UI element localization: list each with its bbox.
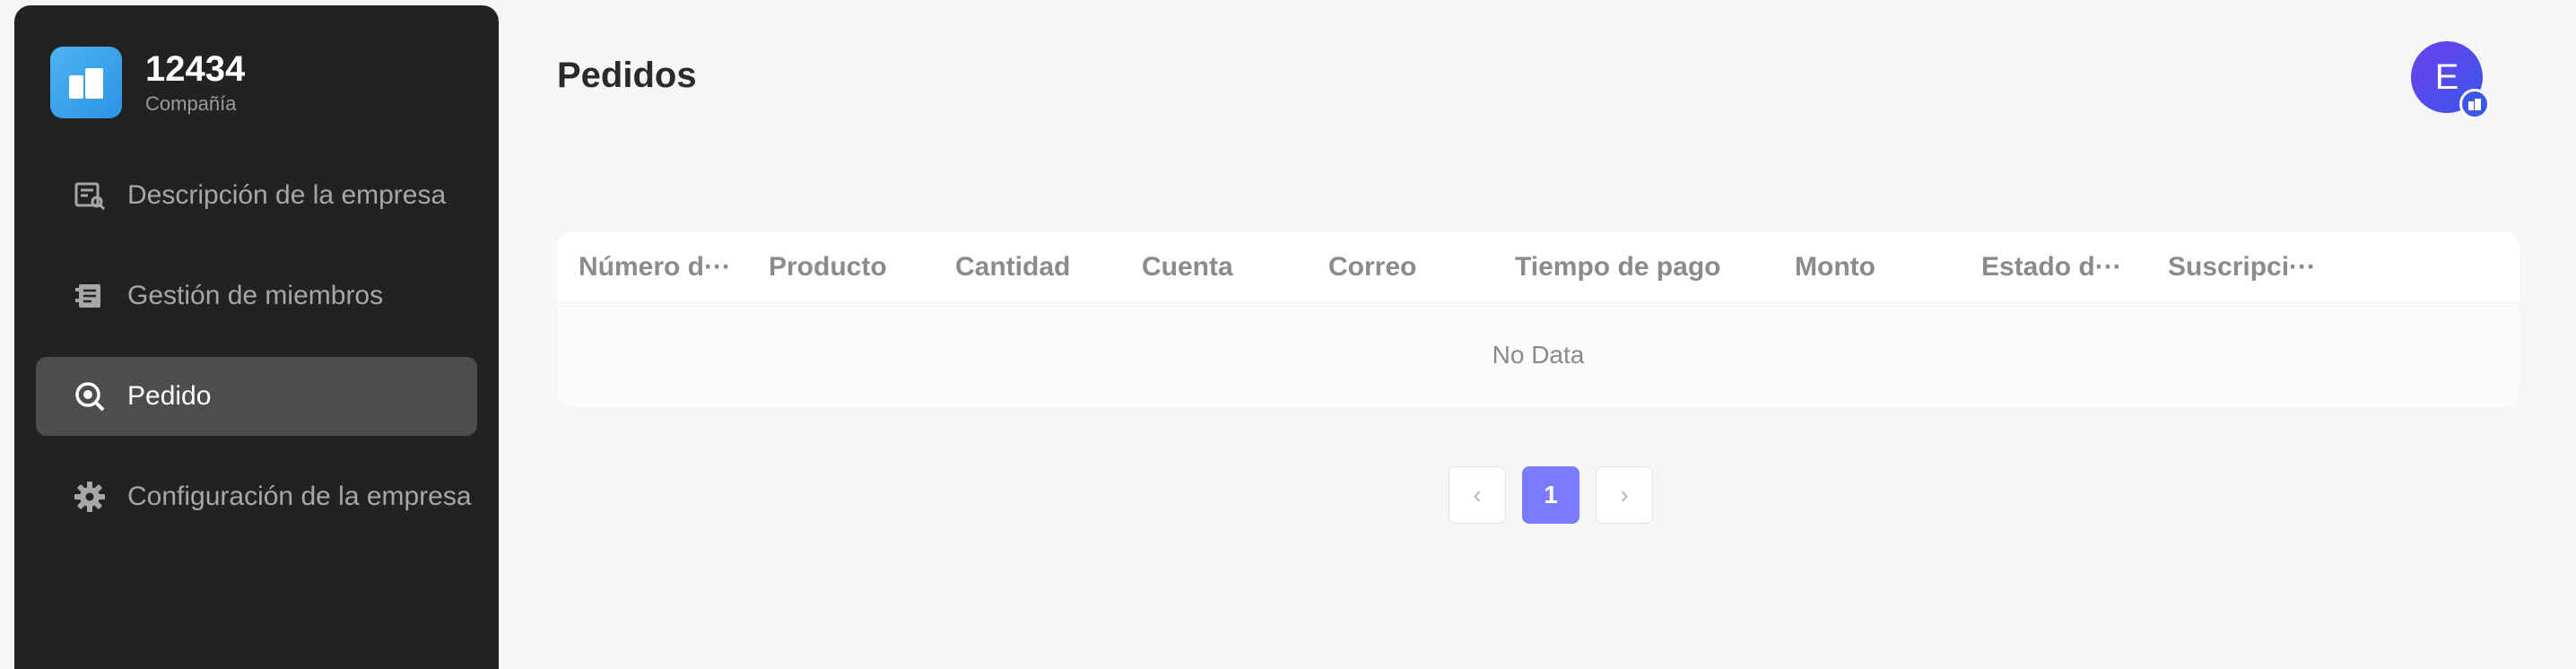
column-header-account[interactable]: Cuenta	[1142, 252, 1328, 282]
next-page-button[interactable]: ›	[1596, 466, 1653, 524]
column-header-subscription[interactable]: Suscripci···	[2168, 252, 2329, 282]
sidebar-item-label: Configuración de la empresa	[127, 482, 472, 511]
column-header-order-number[interactable]: Número d···	[579, 252, 769, 282]
column-header-email[interactable]: Correo	[1328, 252, 1515, 282]
avatar-initial: E	[2434, 56, 2459, 97]
sidebar-item-label: Pedido	[127, 381, 212, 411]
brand[interactable]: 12434 Compañía	[50, 47, 245, 118]
orders-table: Número d··· Producto Cantidad Cuenta Cor…	[557, 231, 2519, 407]
sidebar-item-company-settings[interactable]: Configuración de la empresa	[36, 457, 477, 536]
empty-text: No Data	[1492, 341, 1585, 369]
chevron-left-icon: ‹	[1473, 481, 1482, 508]
gear-icon	[74, 481, 106, 513]
column-header-product[interactable]: Producto	[769, 252, 955, 282]
company-name: 12434	[145, 49, 246, 89]
app-root: 12434 Compañía Descripción de la empresa	[0, 0, 2576, 669]
pagination: ‹ 1 ›	[1449, 466, 1653, 524]
sidebar-nav: Descripción de la empresa Gestión de mie…	[36, 156, 477, 558]
sidebar-item-members[interactable]: Gestión de miembros	[36, 256, 477, 335]
sidebar-item-label: Gestión de miembros	[127, 281, 384, 310]
order-search-icon	[74, 380, 106, 413]
column-header-quantity[interactable]: Cantidad	[955, 252, 1142, 282]
sidebar-item-label: Descripción de la empresa	[127, 180, 447, 210]
column-header-payment-time[interactable]: Tiempo de pago	[1515, 252, 1795, 282]
company-info-icon	[74, 179, 106, 212]
column-header-amount[interactable]: Monto	[1795, 252, 1981, 282]
sidebar: 12434 Compañía Descripción de la empresa	[14, 5, 499, 669]
prev-page-button[interactable]: ‹	[1449, 466, 1506, 524]
company-subtitle: Compañía	[145, 92, 237, 115]
table-header-row: Número d··· Producto Cantidad Cuenta Cor…	[557, 231, 2519, 303]
sidebar-item-order[interactable]: Pedido	[36, 357, 477, 436]
company-badge-icon	[2459, 89, 2490, 119]
page-title: Pedidos	[557, 56, 697, 95]
column-header-status[interactable]: Estado d···	[1981, 252, 2168, 282]
page-number-button[interactable]: 1	[1522, 466, 1580, 524]
table-empty-state: No Data	[557, 303, 2519, 407]
chevron-right-icon: ›	[1620, 481, 1629, 508]
sidebar-item-company-description[interactable]: Descripción de la empresa	[36, 156, 477, 235]
members-icon	[74, 280, 106, 312]
company-logo-icon	[50, 47, 122, 118]
